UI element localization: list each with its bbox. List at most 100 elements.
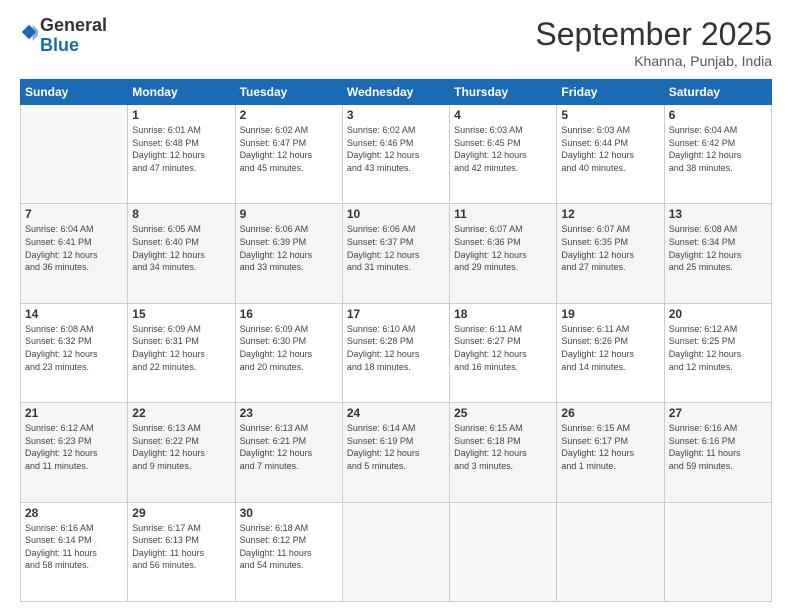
- calendar-cell: 7 Sunrise: 6:04 AMSunset: 6:41 PMDaylight…: [21, 204, 128, 303]
- day-info: Sunrise: 6:06 AMSunset: 6:37 PMDaylight:…: [347, 223, 445, 273]
- calendar-cell: 23 Sunrise: 6:13 AMSunset: 6:21 PMDayligh…: [235, 403, 342, 502]
- day-info: Sunrise: 6:09 AMSunset: 6:30 PMDaylight:…: [240, 323, 338, 373]
- calendar-cell: 10 Sunrise: 6:06 AMSunset: 6:37 PMDayligh…: [342, 204, 449, 303]
- day-info: Sunrise: 6:06 AMSunset: 6:39 PMDaylight:…: [240, 223, 338, 273]
- calendar-cell: 22Sunrise: 6:13 AMSunset: 6:22 PMDayligh…: [128, 403, 235, 502]
- day-number: 18: [454, 307, 552, 321]
- calendar-day-header: Monday: [128, 80, 235, 105]
- day-number: 28: [25, 506, 123, 520]
- calendar-week-row: 7 Sunrise: 6:04 AMSunset: 6:41 PMDaylight…: [21, 204, 772, 303]
- day-number: 7: [25, 207, 123, 221]
- calendar-week-row: 28 Sunrise: 6:16 AMSunset: 6:14 PMDayligh…: [21, 502, 772, 601]
- day-number: 17: [347, 307, 445, 321]
- calendar-cell: 14Sunrise: 6:08 AMSunset: 6:32 PMDayligh…: [21, 303, 128, 402]
- calendar-header-row: SundayMondayTuesdayWednesdayThursdayFrid…: [21, 80, 772, 105]
- calendar-cell: 25 Sunrise: 6:15 AMSunset: 6:18 PMDayligh…: [450, 403, 557, 502]
- day-number: 3: [347, 108, 445, 122]
- calendar-cell: [557, 502, 664, 601]
- calendar-day-header: Thursday: [450, 80, 557, 105]
- day-number: 15: [132, 307, 230, 321]
- calendar-cell: 9 Sunrise: 6:06 AMSunset: 6:39 PMDaylight…: [235, 204, 342, 303]
- day-info: Sunrise: 6:02 AMSunset: 6:46 PMDaylight:…: [347, 124, 445, 174]
- calendar-cell: 16 Sunrise: 6:09 AMSunset: 6:30 PMDayligh…: [235, 303, 342, 402]
- day-info: Sunrise: 6:14 AMSunset: 6:19 PMDaylight:…: [347, 422, 445, 472]
- calendar-cell: [664, 502, 771, 601]
- logo-general-text: General: [40, 15, 107, 35]
- calendar-cell: 19Sunrise: 6:11 AMSunset: 6:26 PMDayligh…: [557, 303, 664, 402]
- day-info: Sunrise: 6:01 AMSunset: 6:48 PMDaylight:…: [132, 124, 230, 174]
- day-info: Sunrise: 6:10 AMSunset: 6:28 PMDaylight:…: [347, 323, 445, 373]
- day-info: Sunrise: 6:07 AMSunset: 6:36 PMDaylight:…: [454, 223, 552, 273]
- calendar-cell: 30 Sunrise: 6:18 AMSunset: 6:12 PMDayligh…: [235, 502, 342, 601]
- day-number: 16: [240, 307, 338, 321]
- day-number: 20: [669, 307, 767, 321]
- day-number: 21: [25, 406, 123, 420]
- calendar-cell: 4 Sunrise: 6:03 AMSunset: 6:45 PMDaylight…: [450, 105, 557, 204]
- calendar-cell: 27 Sunrise: 6:16 AMSunset: 6:16 PMDayligh…: [664, 403, 771, 502]
- day-info: Sunrise: 6:02 AMSunset: 6:47 PMDaylight:…: [240, 124, 338, 174]
- calendar-week-row: 1 Sunrise: 6:01 AMSunset: 6:48 PMDaylight…: [21, 105, 772, 204]
- day-info: Sunrise: 6:18 AMSunset: 6:12 PMDaylight:…: [240, 522, 338, 572]
- day-number: 23: [240, 406, 338, 420]
- day-number: 9: [240, 207, 338, 221]
- calendar-cell: 21 Sunrise: 6:12 AMSunset: 6:23 PMDayligh…: [21, 403, 128, 502]
- calendar-day-header: Tuesday: [235, 80, 342, 105]
- day-info: Sunrise: 6:08 AMSunset: 6:34 PMDaylight:…: [669, 223, 767, 273]
- calendar-day-header: Sunday: [21, 80, 128, 105]
- calendar-cell: 11Sunrise: 6:07 AMSunset: 6:36 PMDayligh…: [450, 204, 557, 303]
- day-number: 1: [132, 108, 230, 122]
- day-number: 25: [454, 406, 552, 420]
- calendar-cell: 15Sunrise: 6:09 AMSunset: 6:31 PMDayligh…: [128, 303, 235, 402]
- day-info: Sunrise: 6:05 AMSunset: 6:40 PMDaylight:…: [132, 223, 230, 273]
- calendar-cell: 2Sunrise: 6:02 AMSunset: 6:47 PMDaylight…: [235, 105, 342, 204]
- day-number: 26: [561, 406, 659, 420]
- calendar-cell: 5Sunrise: 6:03 AMSunset: 6:44 PMDaylight…: [557, 105, 664, 204]
- calendar-cell: 20 Sunrise: 6:12 AMSunset: 6:25 PMDayligh…: [664, 303, 771, 402]
- logo: General Blue: [20, 16, 107, 56]
- day-info: Sunrise: 6:16 AMSunset: 6:14 PMDaylight:…: [25, 522, 123, 572]
- calendar-cell: 8Sunrise: 6:05 AMSunset: 6:40 PMDaylight…: [128, 204, 235, 303]
- day-info: Sunrise: 6:04 AMSunset: 6:42 PMDaylight:…: [669, 124, 767, 174]
- day-info: Sunrise: 6:12 AMSunset: 6:23 PMDaylight:…: [25, 422, 123, 472]
- calendar-cell: [21, 105, 128, 204]
- day-number: 10: [347, 207, 445, 221]
- day-info: Sunrise: 6:03 AMSunset: 6:45 PMDaylight:…: [454, 124, 552, 174]
- day-info: Sunrise: 6:13 AMSunset: 6:22 PMDaylight:…: [132, 422, 230, 472]
- day-info: Sunrise: 6:11 AMSunset: 6:27 PMDaylight:…: [454, 323, 552, 373]
- logo-blue-text: Blue: [40, 35, 79, 55]
- calendar-day-header: Wednesday: [342, 80, 449, 105]
- calendar-cell: [450, 502, 557, 601]
- day-info: Sunrise: 6:07 AMSunset: 6:35 PMDaylight:…: [561, 223, 659, 273]
- day-info: Sunrise: 6:12 AMSunset: 6:25 PMDaylight:…: [669, 323, 767, 373]
- day-number: 27: [669, 406, 767, 420]
- header: General Blue September 2025 Khanna, Punj…: [20, 16, 772, 69]
- day-info: Sunrise: 6:17 AMSunset: 6:13 PMDaylight:…: [132, 522, 230, 572]
- calendar-cell: 13 Sunrise: 6:08 AMSunset: 6:34 PMDayligh…: [664, 204, 771, 303]
- calendar-week-row: 21 Sunrise: 6:12 AMSunset: 6:23 PMDayligh…: [21, 403, 772, 502]
- day-number: 13: [669, 207, 767, 221]
- day-info: Sunrise: 6:15 AMSunset: 6:18 PMDaylight:…: [454, 422, 552, 472]
- calendar-day-header: Saturday: [664, 80, 771, 105]
- day-info: Sunrise: 6:08 AMSunset: 6:32 PMDaylight:…: [25, 323, 123, 373]
- day-number: 30: [240, 506, 338, 520]
- calendar-week-row: 14Sunrise: 6:08 AMSunset: 6:32 PMDayligh…: [21, 303, 772, 402]
- day-number: 4: [454, 108, 552, 122]
- day-number: 19: [561, 307, 659, 321]
- day-number: 29: [132, 506, 230, 520]
- day-info: Sunrise: 6:13 AMSunset: 6:21 PMDaylight:…: [240, 422, 338, 472]
- day-number: 12: [561, 207, 659, 221]
- calendar-cell: 24Sunrise: 6:14 AMSunset: 6:19 PMDayligh…: [342, 403, 449, 502]
- calendar-table: SundayMondayTuesdayWednesdayThursdayFrid…: [20, 79, 772, 602]
- calendar-cell: 6Sunrise: 6:04 AMSunset: 6:42 PMDaylight…: [664, 105, 771, 204]
- location: Khanna, Punjab, India: [535, 53, 772, 69]
- calendar-cell: [342, 502, 449, 601]
- day-info: Sunrise: 6:16 AMSunset: 6:16 PMDaylight:…: [669, 422, 767, 472]
- logo-icon: [20, 23, 38, 41]
- day-info: Sunrise: 6:04 AMSunset: 6:41 PMDaylight:…: [25, 223, 123, 273]
- month-title: September 2025: [535, 16, 772, 53]
- calendar-cell: 26 Sunrise: 6:15 AMSunset: 6:17 PMDayligh…: [557, 403, 664, 502]
- page: General Blue September 2025 Khanna, Punj…: [0, 0, 792, 612]
- day-number: 5: [561, 108, 659, 122]
- day-info: Sunrise: 6:15 AMSunset: 6:17 PMDaylight:…: [561, 422, 659, 472]
- calendar-cell: 1 Sunrise: 6:01 AMSunset: 6:48 PMDaylight…: [128, 105, 235, 204]
